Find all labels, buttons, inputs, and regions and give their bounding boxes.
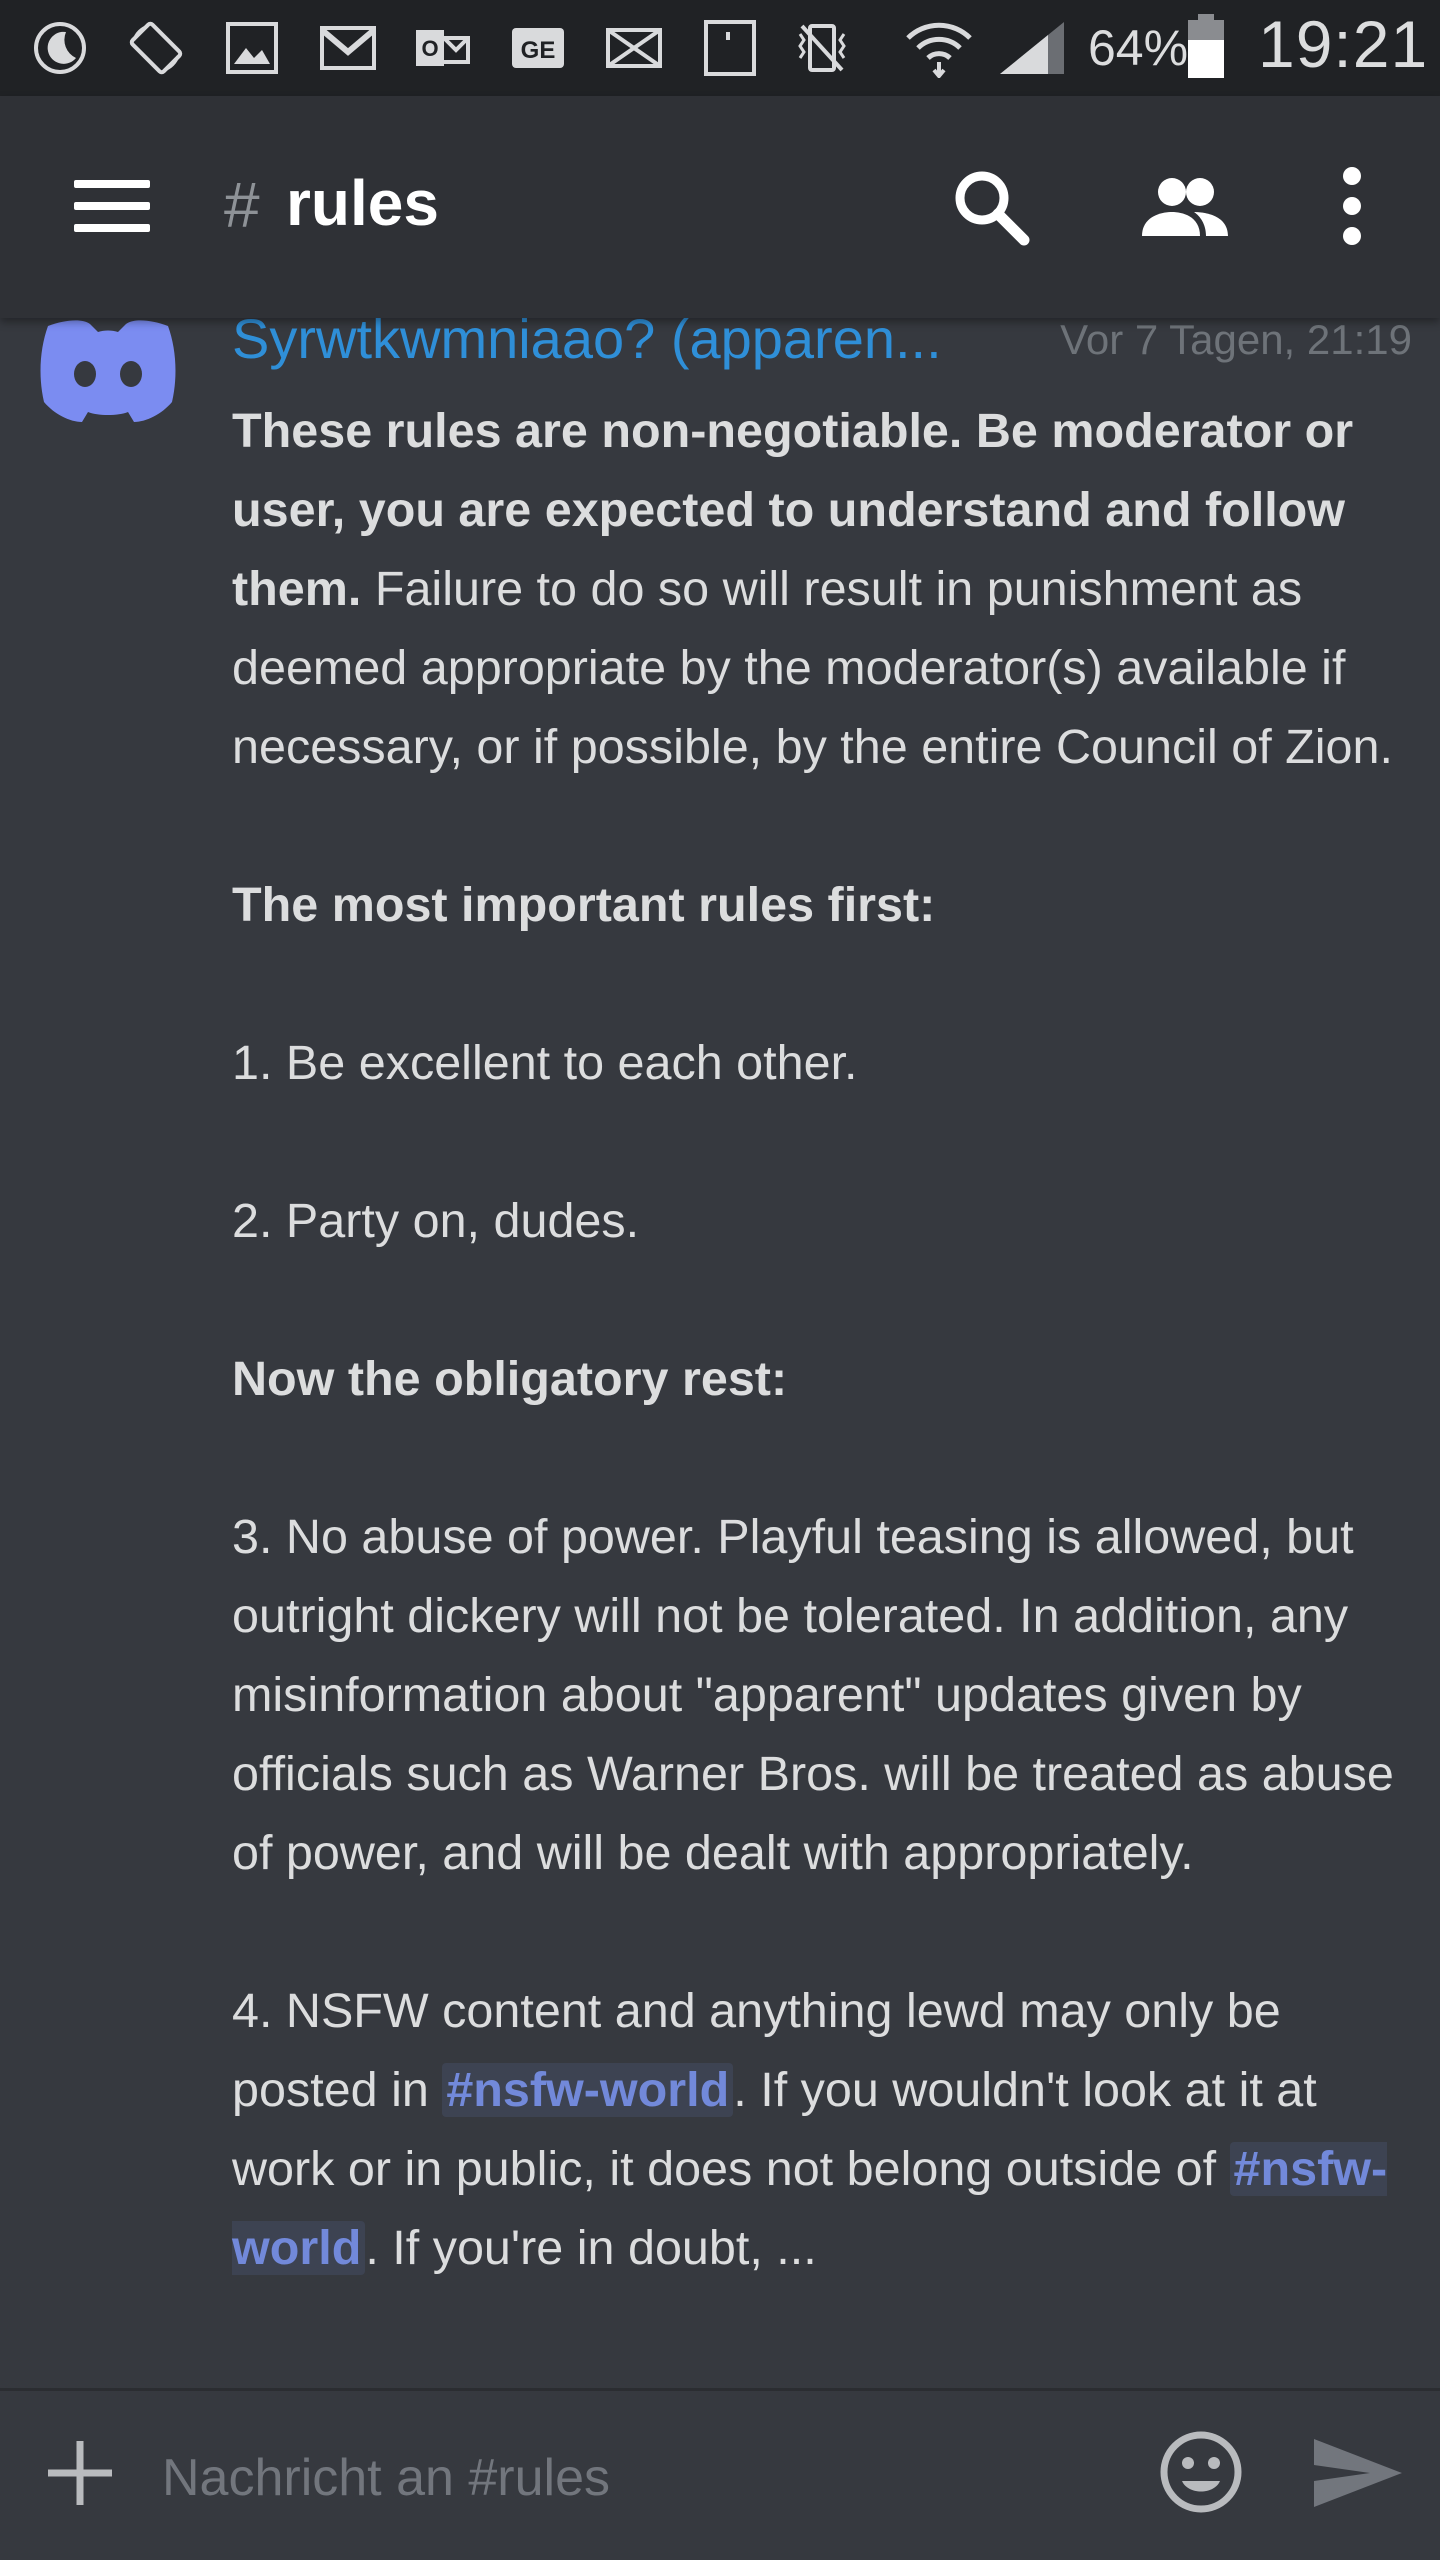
- message-content: These rules are non-negotiable. Be moder…: [232, 392, 1412, 2288]
- important-heading: The most important rules first:: [232, 866, 1412, 945]
- message-list[interactable]: Syrwtkwmniaao? (apparen... Vor 7 Tagen, …: [0, 318, 1440, 2388]
- rule-4: 4. NSFW content and anything lewd may on…: [232, 1972, 1412, 2288]
- mail-icon: [606, 28, 662, 68]
- intro-text: Failure to do so will result in punishme…: [232, 562, 1393, 774]
- moon-icon: [34, 22, 86, 74]
- rule-1: 1. Be excellent to each other.: [232, 1036, 858, 1090]
- gallery-icon: [226, 22, 278, 74]
- emoji-icon[interactable]: [1156, 2427, 1246, 2517]
- message-header: Syrwtkwmniaao? (apparen... Vor 7 Tagen, …: [232, 318, 1412, 371]
- outlook-icon: O: [416, 30, 470, 66]
- send-icon[interactable]: [1310, 2433, 1406, 2513]
- svg-text:GE: GE: [521, 37, 556, 64]
- menu-icon: [74, 180, 150, 188]
- rule-4-text-c: . If you're in doubt, ...: [365, 2221, 817, 2275]
- vibrate-icon: [798, 24, 846, 72]
- clock: 19:21: [1258, 7, 1429, 81]
- tablet-icon: [704, 20, 756, 76]
- rest-heading: Now the obligatory rest:: [232, 1340, 1412, 1419]
- plus-icon[interactable]: [40, 2433, 120, 2513]
- members-icon[interactable]: [1136, 158, 1232, 254]
- rule-3: 3. No abuse of power. Playful teasing is…: [232, 1510, 1394, 1880]
- menu-button[interactable]: [60, 166, 164, 250]
- more-icon[interactable]: [1304, 158, 1400, 254]
- timestamp: Vor 7 Tagen, 21:19: [1060, 318, 1412, 363]
- channel-mention[interactable]: #nsfw-world: [442, 2063, 734, 2117]
- battery-icon: [1188, 14, 1224, 78]
- battery-percent: 64%: [1088, 20, 1189, 76]
- svg-text:O: O: [421, 36, 438, 61]
- channel-hash: #: [224, 169, 260, 241]
- important-heading-text: The most important rules first:: [232, 878, 936, 932]
- message-input[interactable]: [160, 2435, 1114, 2521]
- status-bar: O GE 64% 19:21: [0, 0, 1440, 96]
- discord-app: O GE 64% 19:21 # rules Syrwtkwmniaao? (a…: [0, 0, 1440, 2560]
- gmail-icon: [320, 26, 376, 70]
- menu-icon-line: [74, 224, 150, 232]
- username[interactable]: Syrwtkwmniaao? (apparen...: [232, 318, 942, 371]
- avatar[interactable]: [38, 318, 178, 424]
- rule-2: 2. Party on, dudes.: [232, 1194, 640, 1248]
- search-icon[interactable]: [942, 158, 1038, 254]
- channel-header: # rules: [0, 96, 1440, 318]
- intro-paragraph: These rules are non-negotiable. Be moder…: [232, 392, 1412, 787]
- channel-title: rules: [286, 167, 439, 239]
- wifi-icon: [906, 22, 972, 78]
- ge-icon: GE: [512, 28, 564, 68]
- signal-icon: [1000, 22, 1064, 74]
- rotate-icon: [129, 21, 183, 75]
- rest-heading-text: Now the obligatory rest:: [232, 1352, 788, 1406]
- menu-icon-line: [74, 202, 150, 210]
- message-composer: [0, 2388, 1440, 2560]
